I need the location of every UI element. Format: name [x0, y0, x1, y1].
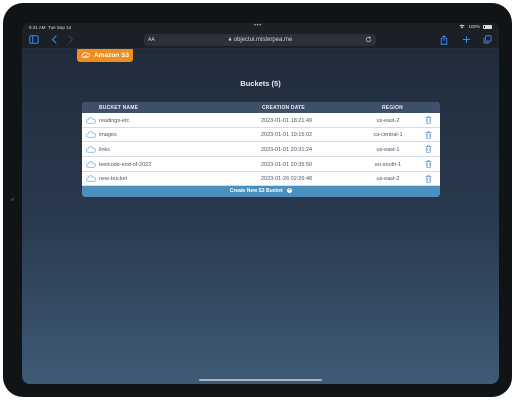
cloud-icon — [86, 116, 96, 124]
share-icon[interactable] — [440, 35, 448, 45]
new-tab-icon[interactable] — [462, 35, 471, 44]
front-camera — [11, 198, 14, 201]
wifi-icon — [459, 24, 465, 29]
trash-icon[interactable] — [425, 131, 432, 139]
tab-overview-icon[interactable] — [483, 35, 492, 44]
cloud-icon — [86, 131, 96, 138]
region: eu-south-1 — [374, 161, 402, 168]
forward-icon[interactable] — [68, 35, 74, 44]
status-time: 9:41 AM — [29, 25, 46, 30]
column-header-name[interactable]: BUCKET NAME — [99, 105, 138, 111]
table-row[interactable]: readings-etc 2023-01-01 18:21:49 us-east… — [82, 113, 440, 128]
table-row[interactable]: leetcode-end-of-2022 2023-01-01 20:35:50… — [82, 157, 440, 172]
bucket-name[interactable]: leetcode-end-of-2022 — [99, 162, 151, 168]
url-display[interactable]: objectui.misterpea.me — [144, 37, 376, 43]
battery-icon — [483, 24, 492, 29]
region: us-east-2 — [376, 117, 400, 124]
status-bar: 9:41 AM Tue Sep 14 ••• 100% — [22, 23, 499, 32]
creation-date: 2023-01-01 18:21:49 — [261, 117, 313, 124]
column-header-region[interactable]: REGION — [382, 105, 403, 111]
create-bucket-button[interactable]: Create New S3 Bucket + — [82, 186, 440, 198]
trash-icon[interactable] — [425, 116, 432, 124]
plus-circle-icon: + — [286, 186, 293, 194]
status-right: 100% — [459, 24, 492, 29]
cloud-icon — [86, 175, 96, 182]
multitasking-dots-icon[interactable]: ••• — [254, 23, 262, 29]
create-bucket-label: Create New S3 Bucket — [229, 188, 283, 195]
amazon-s3-logo[interactable]: Amazon S3 — [77, 49, 133, 62]
region: ca-central-1 — [373, 132, 403, 139]
buckets-table: BUCKET NAME CREATION DATE REGION reading… — [82, 102, 440, 198]
page-title: Buckets (5) — [240, 79, 281, 88]
creation-date: 2023-01-26 02:26:48 — [261, 176, 313, 183]
logo-text: Amazon S3 — [94, 52, 130, 59]
status-date: Tue Sep 14 — [48, 25, 72, 30]
table-row[interactable]: images 2023-01-01 19:15:02 ca-central-1 — [82, 127, 440, 143]
screen: 9:41 AM Tue Sep 14 ••• 100% AA objectui.… — [22, 23, 499, 384]
ipad-frame: 9:41 AM Tue Sep 14 ••• 100% AA objectui.… — [3, 3, 512, 397]
bucket-name[interactable]: readings-etc — [99, 118, 129, 124]
sidebar-icon[interactable] — [29, 35, 39, 44]
trash-icon[interactable] — [425, 160, 432, 168]
reload-icon[interactable] — [365, 36, 372, 43]
back-icon[interactable] — [51, 35, 57, 44]
address-bar[interactable]: AA objectui.misterpea.me — [144, 34, 376, 46]
url-text: objectui.misterpea.me — [233, 36, 293, 43]
region: us-east-2 — [376, 176, 400, 183]
cloud-icon — [86, 161, 96, 168]
region: us-east-1 — [376, 146, 400, 153]
cloud-icon — [86, 146, 96, 153]
creation-date: 2023-01-01 20:35:50 — [261, 161, 313, 168]
battery-percent: 100% — [468, 24, 480, 29]
home-indicator[interactable] — [199, 379, 322, 381]
column-header-date[interactable]: CREATION DATE — [262, 105, 305, 111]
bucket-name[interactable]: links — [99, 147, 110, 153]
lock-icon — [228, 37, 231, 41]
browser-toolbar: AA objectui.misterpea.me — [22, 32, 499, 49]
creation-date: 2023-01-01 20:31:24 — [261, 146, 313, 153]
bucket-name[interactable]: new-bucket — [99, 176, 127, 182]
bucket-name[interactable]: images — [99, 132, 117, 138]
table-row[interactable]: links 2023-01-01 20:31:24 us-east-1 — [82, 142, 440, 158]
table-header: BUCKET NAME CREATION DATE REGION — [82, 102, 440, 113]
creation-date: 2023-01-01 19:15:02 — [261, 132, 313, 139]
table-row[interactable]: new-bucket 2023-01-26 02:26:48 us-east-2 — [82, 171, 440, 187]
s3-logo-icon — [81, 52, 90, 59]
status-time-date: 9:41 AM Tue Sep 14 — [29, 25, 71, 30]
trash-icon[interactable] — [425, 175, 432, 183]
trash-icon[interactable] — [425, 145, 432, 153]
